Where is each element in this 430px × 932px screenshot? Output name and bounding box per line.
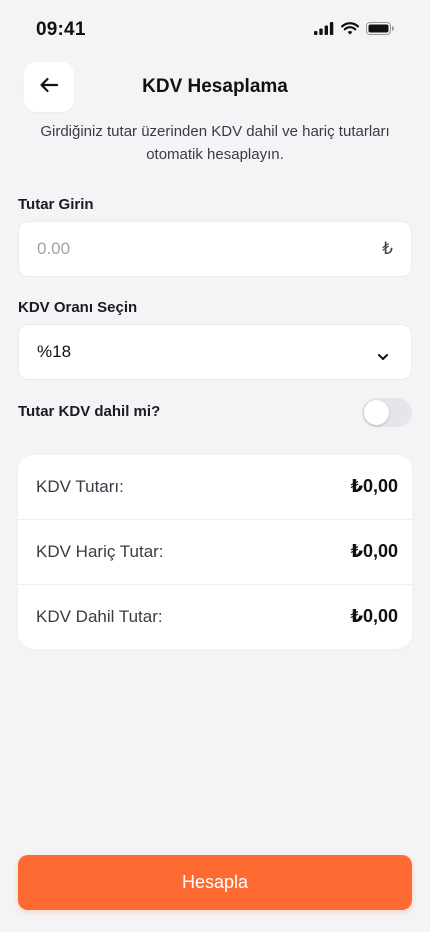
vat-included-label: Tutar KDV dahil mi? — [18, 403, 161, 420]
result-row-vat-amount: KDV Tutarı: ₺0,00 — [18, 455, 412, 519]
result-label: KDV Dahil Tutar: — [36, 607, 163, 626]
results-card: KDV Tutarı: ₺0,00 KDV Hariç Tutar: ₺0,00… — [18, 455, 412, 649]
chevron-down-icon — [377, 348, 389, 366]
result-value: ₺0,00 — [350, 606, 398, 626]
status-time: 09:41 — [36, 19, 86, 40]
amount-label: Tutar Girin — [18, 196, 94, 213]
page-description: Girdiğiniz tutar üzerinden KDV dahil ve … — [40, 123, 390, 163]
amount-input[interactable] — [37, 222, 361, 276]
toggle-knob — [364, 400, 389, 425]
result-row-excluding-vat: KDV Hariç Tutar: ₺0,00 — [18, 519, 412, 584]
status-icons — [314, 22, 394, 35]
vat-included-toggle[interactable] — [362, 398, 412, 427]
amount-field[interactable]: ₺ — [18, 221, 412, 277]
battery-icon — [366, 22, 394, 35]
calculate-button[interactable]: Hesapla — [18, 855, 412, 910]
result-label: KDV Tutarı: — [36, 477, 124, 496]
status-bar: 09:41 — [0, 0, 430, 58]
rate-label: KDV Oranı Seçin — [18, 299, 138, 316]
rate-select[interactable]: %18 — [18, 324, 412, 380]
rate-selected-value: %18 — [37, 342, 72, 361]
cellular-signal-icon — [314, 22, 334, 35]
page-title: KDV Hesaplama — [142, 76, 288, 97]
currency-symbol: ₺ — [382, 239, 393, 258]
result-row-including-vat: KDV Dahil Tutar: ₺0,00 — [18, 584, 412, 649]
result-label: KDV Hariç Tutar: — [36, 542, 164, 561]
result-value: ₺0,00 — [350, 476, 398, 496]
header: KDV Hesaplama — [24, 62, 406, 112]
wifi-icon — [341, 22, 359, 35]
result-value: ₺0,00 — [350, 541, 398, 561]
